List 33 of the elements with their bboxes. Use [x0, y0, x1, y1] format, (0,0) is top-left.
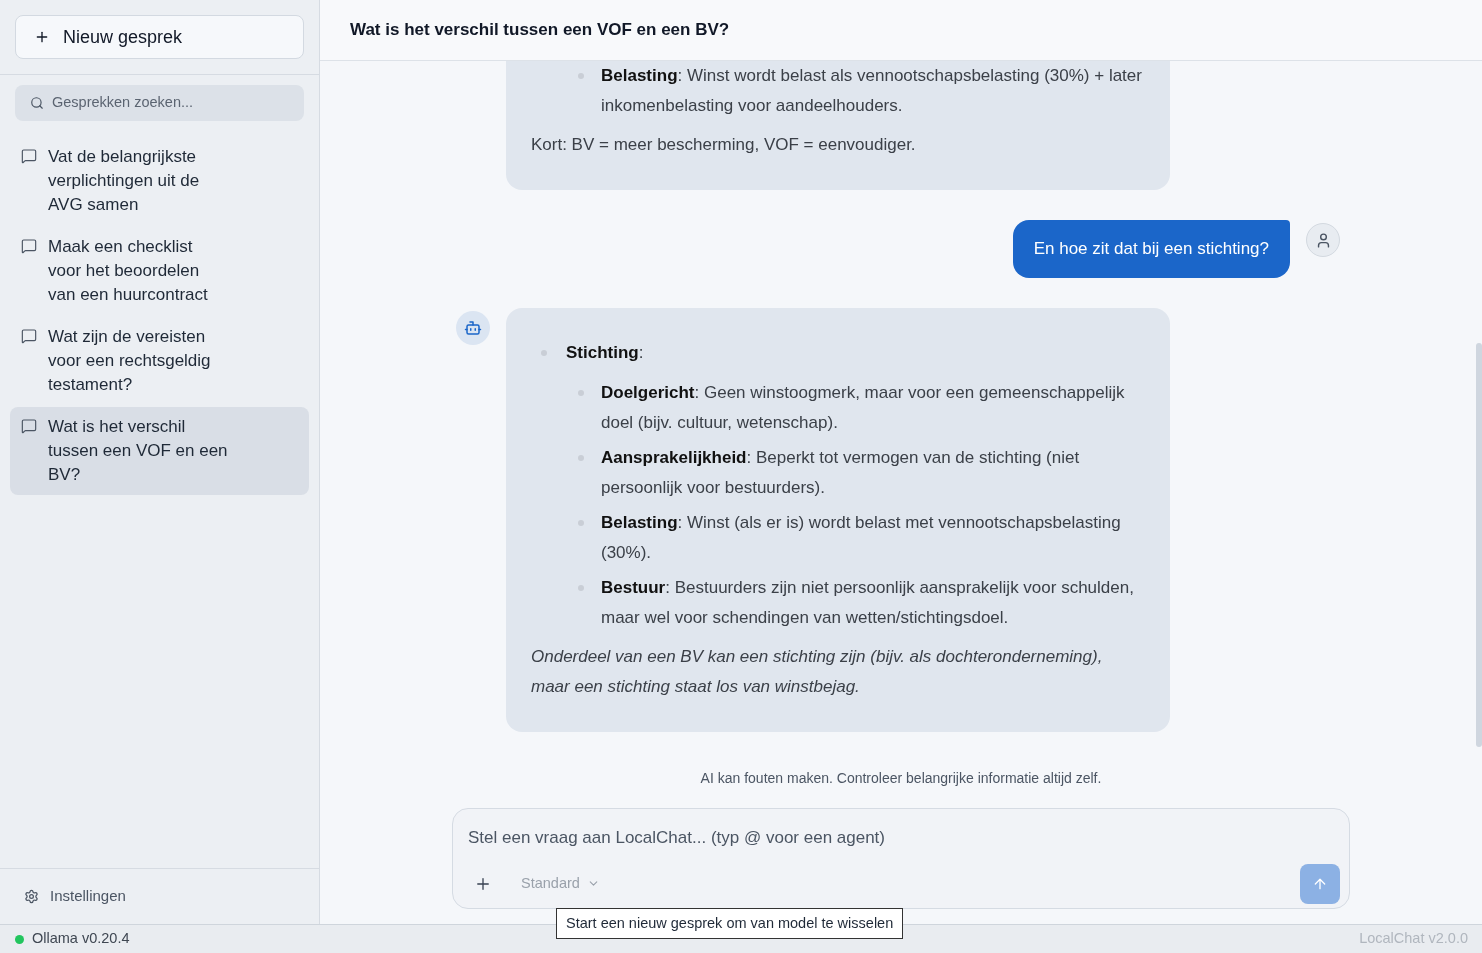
chat-bubble-icon	[21, 418, 37, 434]
conversation-item[interactable]: Vat de belangrijkste verplichtingen uit de AVG samen	[10, 137, 309, 225]
list-item-text: Bestuur: Bestuurders zijn niet persoonlijk aansprakelijk voor schulden, maar wel voor schendingen van wetten/stichtingsdoel.	[601, 577, 1135, 629]
status-text: Ollama v0.20.4	[32, 929, 130, 949]
user-avatar-icon	[1306, 223, 1340, 257]
robot-avatar-icon	[456, 311, 490, 345]
user-message: En hoe zit dat bij een stichting?	[1012, 220, 1290, 278]
settings-icon	[24, 889, 39, 904]
search-icon	[30, 96, 44, 110]
list-item-text: Aansprakelijkheid: Beperkt tot vermogen van de stichting (niet persoonlijk voor bestuurders).	[601, 447, 1081, 499]
message-paragraph: Kort: BV = meer bescherming, VOF = eenvoudiger.	[531, 134, 917, 156]
search-field[interactable]: Gesprekken zoeken...	[15, 85, 304, 121]
chat-title: Wat is het verschil tussen een VOF en een BV?	[350, 19, 730, 42]
search-input[interactable]: Gesprekken zoeken...	[52, 92, 282, 114]
conversation-item[interactable]: Wat zijn de vereisten voor een rechtsgeldig testament?	[10, 317, 309, 405]
conversation-item[interactable]: Wat is het verschil tussen een VOF en een BV?	[10, 407, 309, 495]
chat-bubble-icon	[21, 148, 37, 164]
plus-icon	[34, 29, 50, 45]
list-item-text: Belasting: Winst wordt belast als vennootschapsbelasting (30%) + later inkomenbelasting voor aandeelhouders.	[601, 65, 1143, 117]
scrollbar-thumb[interactable]	[1476, 343, 1482, 747]
list-item-text: Stichting:	[566, 342, 644, 364]
message-paragraph: Onderdeel van een BV kan een stichting zijn (bijv. als dochteronderneming), maar een stichting staat los van winstbejag.	[531, 646, 1104, 698]
version-text: LocalChat v2.0.0	[1359, 929, 1468, 949]
tooltip: Start een nieuw gesprek om van model te wisselen	[556, 908, 904, 939]
new-chat-button[interactable]: Nieuw gesprek	[15, 15, 304, 59]
list-item-text: Doelgericht: Geen winstoogmerk, maar voor een gemeenschappelijk doel (bijv. cultuur, wetenschap).	[601, 382, 1126, 434]
settings-button[interactable]: Instellingen	[10, 881, 140, 912]
chat-bubble-icon	[21, 238, 37, 254]
conversation-item[interactable]: Maak een checklist voor het beoordelen van een huurcontract	[10, 227, 309, 315]
list-item-text: Belasting: Winst (als er is) wordt belast met vennootschapsbelasting (30%).	[601, 512, 1122, 564]
chat-bubble-icon	[21, 328, 37, 344]
message-input[interactable]: Stel een vraag aan LocalChat... (typ @ voor een agent)	[453, 809, 1349, 859]
disclaimer-text: AI kan fouten maken. Controleer belangrijke informatie altijd zelf.	[700, 769, 1102, 788]
